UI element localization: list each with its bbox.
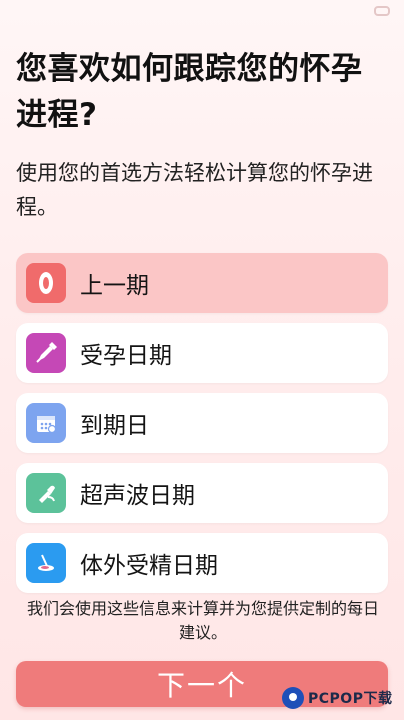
watermark-text: PCPOP下载 bbox=[308, 691, 393, 707]
info-text: 我们会使用这些信息来计算并为您提供定制的每日建议。 bbox=[26, 599, 379, 642]
option-label: 上一期 bbox=[80, 273, 149, 299]
calendar-icon bbox=[26, 403, 66, 443]
option-ivf-date[interactable]: 体外受精日期 bbox=[16, 533, 388, 593]
page-title: 您喜欢如何跟踪您的怀孕进程? bbox=[16, 51, 363, 133]
status-bar bbox=[0, 0, 404, 26]
option-conception-date[interactable]: 受孕日期 bbox=[16, 323, 388, 383]
pad-icon bbox=[26, 263, 66, 303]
pen-icon bbox=[26, 333, 66, 373]
option-due-date[interactable]: 到期日 bbox=[16, 393, 388, 453]
ivf-icon bbox=[26, 543, 66, 583]
pcpop-logo-icon bbox=[282, 687, 304, 709]
option-label: 体外受精日期 bbox=[80, 553, 218, 579]
tracking-method-list: 上一期 受孕日期 到期日 超声波日期 体外受精日期 bbox=[16, 253, 388, 603]
ultrasound-icon bbox=[26, 473, 66, 513]
next-button-label: 下一个 bbox=[156, 669, 247, 702]
option-label: 超声波日期 bbox=[80, 483, 195, 509]
watermark: PCPOP下载 bbox=[282, 680, 402, 716]
option-label: 受孕日期 bbox=[80, 343, 172, 369]
option-last-period[interactable]: 上一期 bbox=[16, 253, 388, 313]
option-label: 到期日 bbox=[80, 413, 149, 439]
option-ultrasound-date[interactable]: 超声波日期 bbox=[16, 463, 388, 523]
page-subtitle: 使用您的首选方法轻松计算您的怀孕进程。 bbox=[16, 161, 373, 219]
status-indicator-icon bbox=[374, 6, 390, 16]
